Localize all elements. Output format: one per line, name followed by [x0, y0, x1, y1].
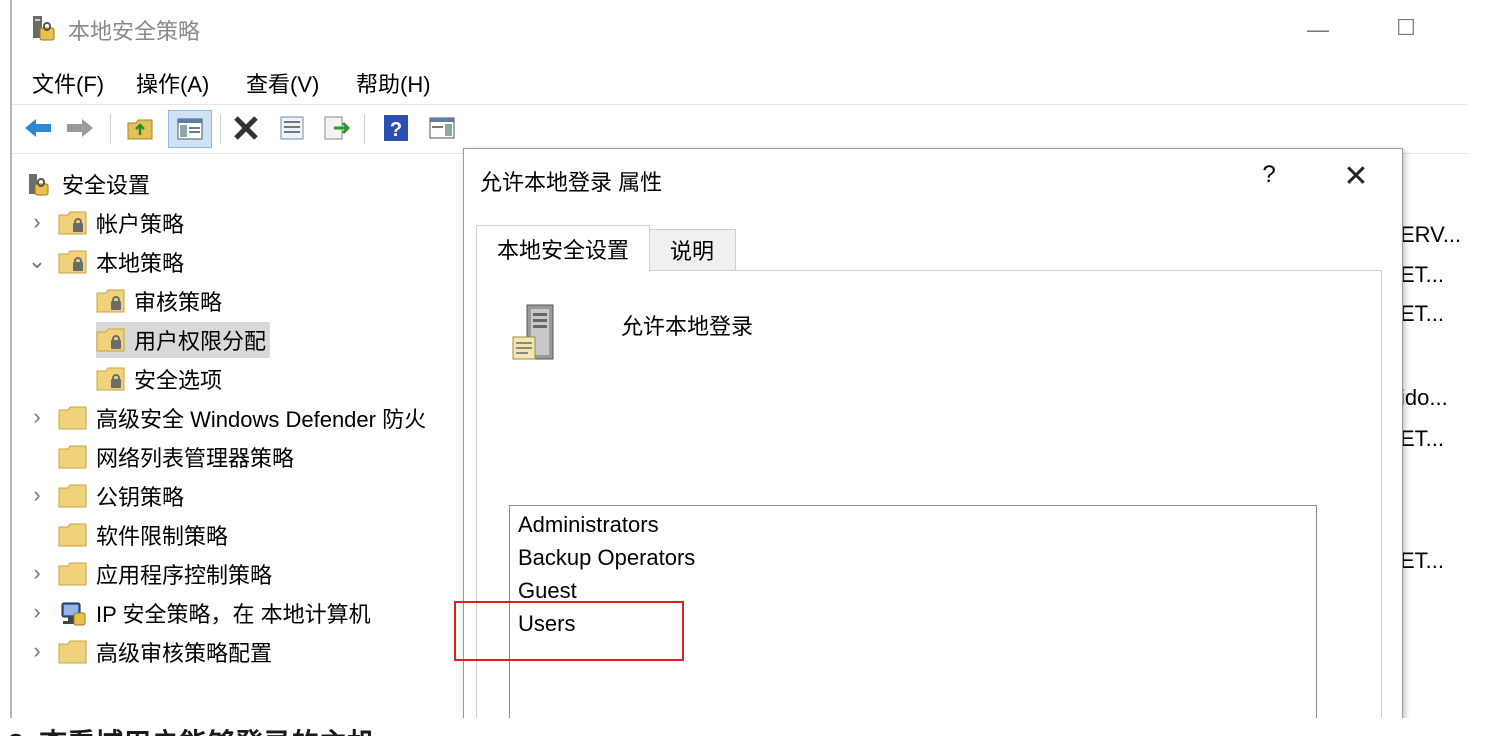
folder-icon	[96, 289, 126, 313]
tree-item[interactable]: 网络列表管理器策略	[58, 439, 294, 475]
tree-item[interactable]: 用户权限分配	[96, 322, 271, 358]
folder-icon	[96, 328, 126, 352]
maximize-button[interactable]: ☐	[1386, 8, 1426, 48]
folder-icon	[58, 562, 88, 586]
right-pane-cell: ET...	[1400, 548, 1445, 573]
tree-item[interactable]: 帐户策略	[58, 205, 184, 241]
minimize-button[interactable]: —	[1298, 10, 1338, 50]
tree-item[interactable]: 软件限制策略	[58, 517, 228, 553]
dialog-close-button[interactable]: ✕	[1336, 159, 1376, 194]
right-pane-cell: ET...	[1400, 426, 1445, 451]
folder-icon	[96, 367, 126, 391]
tree-label: 高级审核策略配置	[96, 641, 273, 666]
server-policy-icon	[509, 299, 569, 365]
expand-chevron-icon[interactable]: ›	[26, 404, 48, 430]
security-settings-icon	[26, 172, 52, 196]
tree-label: 帐户策略	[96, 212, 185, 237]
policy-name: 允许本地登录	[621, 314, 754, 339]
right-pane-cell: ET...	[1400, 301, 1445, 326]
dialog-help-button[interactable]: ?	[1254, 161, 1284, 189]
tree-label: IP 安全策略，在 本地计算机	[96, 602, 371, 627]
tree-item[interactable]: 本地策略	[58, 244, 184, 280]
toolbar-separator	[110, 114, 111, 144]
tree-label: 安全设置	[62, 173, 151, 198]
caption-clip: 2. 查看域用户能够登录的主机	[0, 718, 1492, 736]
collapse-chevron-icon[interactable]: ⌄	[26, 248, 48, 274]
tree-root-security-settings[interactable]: 安全设置	[26, 166, 150, 202]
tree-label: 本地策略	[96, 251, 185, 276]
tab-explain[interactable]: 说明	[648, 229, 736, 270]
folder-icon	[58, 445, 88, 469]
folder-icon	[58, 211, 88, 235]
tree-label: 安全选项	[134, 368, 223, 393]
svg-text:?: ?	[390, 119, 402, 141]
expand-chevron-icon[interactable]: ›	[26, 638, 48, 664]
menu-action[interactable]: 操作(A)	[136, 67, 209, 99]
title-bar	[12, 0, 1467, 56]
expand-chevron-icon[interactable]: ›	[26, 560, 48, 586]
show-action-pane-icon[interactable]	[426, 110, 458, 146]
local-security-policy-icon	[30, 14, 58, 44]
folder-icon	[58, 640, 88, 664]
tree-item[interactable]: 高级安全 Windows Defender 防火	[58, 400, 426, 436]
tree-label: 网络列表管理器策略	[96, 446, 295, 471]
list-item-administrators[interactable]: Administrators	[518, 512, 659, 538]
forward-arrow-icon[interactable]	[64, 110, 96, 146]
toolbar-separator	[364, 114, 365, 144]
dialog-title: 允许本地登录 属性	[480, 170, 663, 195]
menu-help[interactable]: 帮助(H)	[356, 67, 431, 99]
tab-panel: 允许本地登录 Administrators Backup Operators G…	[476, 270, 1382, 729]
tab-local-security-setting[interactable]: 本地安全设置	[476, 225, 650, 272]
tree-item[interactable]: 公钥策略	[58, 478, 184, 514]
folder-icon	[58, 250, 88, 274]
tree-label: 应用程序控制策略	[96, 563, 273, 588]
right-pane-cell: ET...	[1400, 262, 1445, 287]
folder-icon	[58, 523, 88, 547]
expand-chevron-icon[interactable]: ›	[26, 209, 48, 235]
properties-icon[interactable]	[276, 110, 308, 146]
tree-item[interactable]: 安全选项	[96, 361, 222, 397]
tree-item[interactable]: 高级审核策略配置	[58, 634, 272, 670]
tree-item[interactable]: IP 安全策略，在 本地计算机	[58, 595, 371, 631]
menu-file[interactable]: 文件(F)	[32, 67, 104, 99]
list-item-backup-operators[interactable]: Backup Operators	[518, 545, 695, 571]
tree-item[interactable]: 应用程序控制策略	[58, 556, 272, 592]
menu-view[interactable]: 查看(V)	[246, 67, 319, 99]
tree-label: 用户权限分配	[134, 329, 267, 354]
toolbar-separator	[220, 114, 221, 144]
tree-label: 公钥策略	[96, 485, 185, 510]
expand-chevron-icon[interactable]: ›	[26, 482, 48, 508]
window-title: 本地安全策略	[68, 19, 201, 44]
export-list-icon[interactable]	[320, 110, 352, 146]
back-arrow-icon[interactable]	[22, 110, 54, 146]
up-folder-icon[interactable]	[124, 110, 156, 146]
folder-icon	[58, 406, 88, 430]
tree-item[interactable]: 审核策略	[96, 283, 222, 319]
right-pane-cell: ERV...	[1400, 222, 1462, 247]
tree-label: 高级安全 Windows Defender 防火	[96, 407, 427, 432]
red-highlight-box	[454, 601, 684, 661]
show-hide-tree-icon[interactable]	[168, 110, 212, 148]
right-pane-cell: ido...	[1400, 385, 1448, 410]
help-icon[interactable]: ?	[380, 110, 412, 146]
tree-label: 软件限制策略	[96, 524, 229, 549]
delete-icon[interactable]	[230, 110, 262, 146]
menu-bar	[12, 60, 1467, 104]
folder-icon	[58, 484, 88, 508]
ip-security-icon	[58, 601, 88, 626]
expand-chevron-icon[interactable]: ›	[26, 599, 48, 625]
tree-label: 审核策略	[134, 290, 223, 315]
bottom-caption: 2. 查看域用户能够登录的主机	[8, 722, 375, 736]
